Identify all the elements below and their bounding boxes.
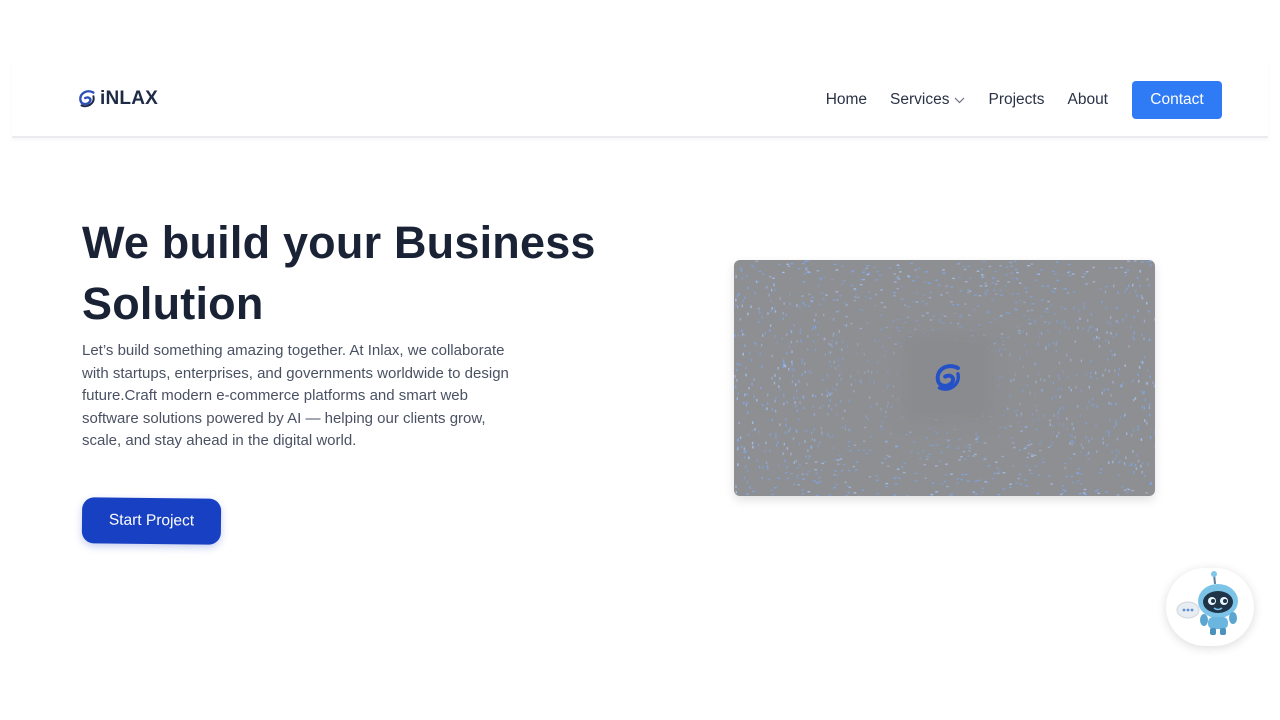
brand-name: iNLAX (100, 88, 158, 109)
nav-home[interactable]: Home (826, 91, 867, 109)
start-project-button[interactable]: Start Project (81, 497, 222, 545)
inlax-swirl-icon (79, 90, 95, 108)
nav-projects[interactable]: Projects (988, 91, 1044, 109)
site-header: iNLAX Home Services Projects About Conta… (12, 62, 1268, 138)
hero-title: We build your Business Solution (82, 217, 596, 329)
nav-services[interactable]: Services (890, 91, 965, 109)
contact-button[interactable]: Contact (1132, 81, 1222, 119)
hero-logo-tile (915, 345, 981, 411)
nav-projects-label: Projects (988, 91, 1045, 108)
nav-about-label: About (1067, 91, 1108, 108)
hero-description: Let’s build something amazing together. … (82, 342, 509, 450)
main-nav: Home Services Projects About Contact (826, 81, 1222, 119)
inlax-swirl-icon (935, 364, 960, 391)
nav-services-label: Services (890, 91, 950, 108)
nav-about[interactable]: About (1067, 91, 1108, 109)
brand-logo[interactable]: iNLAX (76, 84, 158, 114)
nav-home-label: Home (825, 91, 868, 108)
chatbot-widget[interactable] (1166, 568, 1254, 646)
hero-image (734, 260, 1155, 496)
chatbot-robot-icon (1176, 571, 1238, 635)
chevron-down-icon (955, 97, 965, 103)
